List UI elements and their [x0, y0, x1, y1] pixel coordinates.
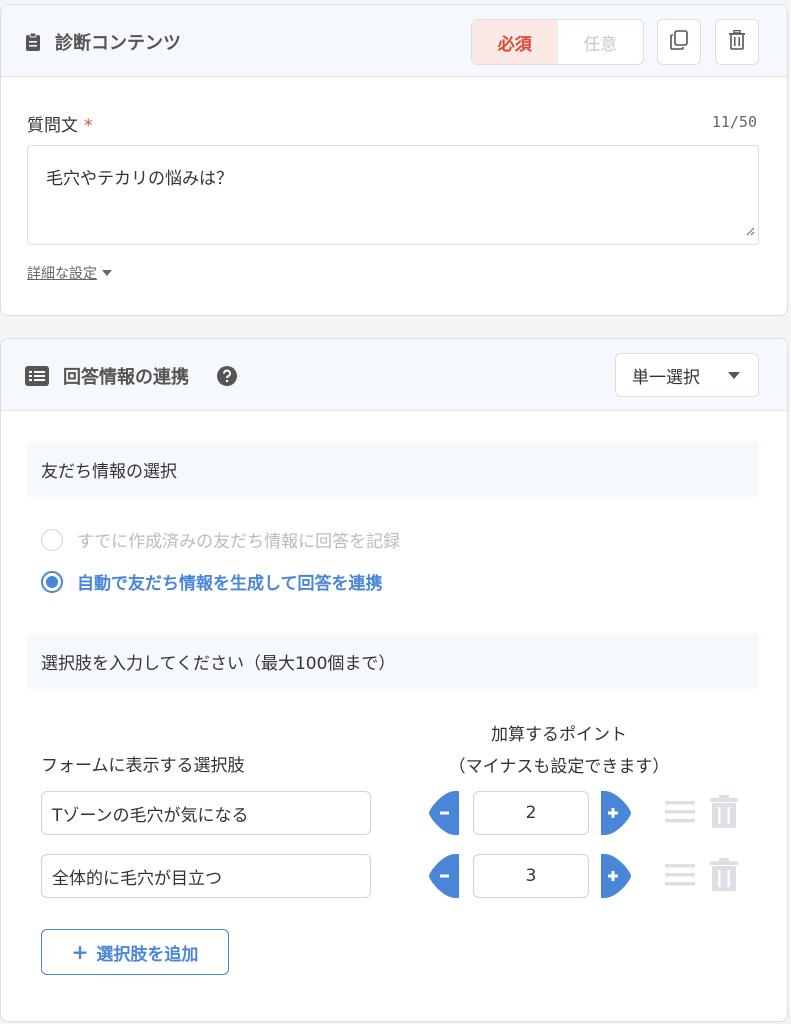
points-input[interactable]: 2 — [473, 791, 589, 835]
copy-icon — [670, 29, 688, 55]
add-choice-button[interactable]: + 選択肢を追加 — [41, 929, 229, 975]
choice-row: Tゾーンの毛穴が気になる 2 — [41, 791, 761, 835]
radio-auto-generate-friend-info[interactable]: 自動で友だち情報を生成して回答を連携 — [41, 569, 383, 594]
points-column-header: 加算するポイント （マイナスも設定できます） — [409, 719, 709, 783]
trash-icon — [728, 29, 746, 55]
required-toggle[interactable]: 必須 任意 — [471, 19, 644, 65]
answer-card-header: 回答情報の連携 単一選択 — [1, 339, 787, 411]
radio-existing-friend-info[interactable]: すでに作成済みの友だち情報に回答を記録 — [41, 527, 400, 552]
decrement-button[interactable] — [429, 854, 459, 898]
choice-row: 全体的に毛穴が目立つ 3 — [41, 854, 761, 898]
answer-card-title: 回答情報の連携 — [25, 363, 237, 389]
plus-icon — [601, 791, 631, 835]
increment-button[interactable] — [601, 854, 631, 898]
content-card-title: 診断コンテンツ — [25, 29, 181, 55]
decrement-button[interactable] — [429, 791, 459, 835]
increment-button[interactable] — [601, 791, 631, 835]
clipboard-icon — [25, 32, 41, 52]
drag-handle-icon[interactable] — [665, 862, 695, 893]
trash-icon[interactable] — [710, 795, 738, 834]
answer-type-value: 単一選択 — [632, 367, 700, 388]
content-card-header: 診断コンテンツ 必須 任意 — [1, 5, 787, 77]
choice-text-input[interactable]: Tゾーンの毛穴が気になる — [41, 791, 371, 835]
points-column-line1: 加算するポイント — [491, 725, 627, 745]
minus-icon — [429, 854, 459, 898]
question-label: 質問文 * — [27, 111, 93, 136]
content-card: 診断コンテンツ 必須 任意 質問文 * 11/50 毛穴やテカリの悩みは？ 詳細な… — [0, 4, 788, 316]
points-input[interactable]: 3 — [473, 854, 589, 898]
minus-icon — [429, 791, 459, 835]
resize-grip-icon[interactable] — [745, 221, 755, 241]
help-icon[interactable] — [217, 366, 237, 386]
choice-column-header: フォームに表示する選択肢 — [41, 756, 245, 776]
answer-card: 回答情報の連携 単一選択 友だち情報の選択 すでに作成済みの友だち情報に回答を記… — [0, 338, 788, 1022]
caret-down-icon — [102, 270, 112, 276]
question-textarea[interactable]: 毛穴やテカリの悩みは？ — [27, 145, 759, 245]
choice-text-input[interactable]: 全体的に毛穴が目立つ — [41, 854, 371, 898]
detail-settings-text: 詳細な設定 — [27, 266, 97, 282]
list-icon — [25, 366, 49, 386]
points-column-line2: （マイナスも設定できます） — [448, 757, 670, 777]
optional-option[interactable]: 任意 — [558, 20, 644, 64]
add-choice-label: 選択肢を追加 — [96, 944, 199, 965]
copy-button[interactable] — [657, 19, 701, 65]
radio-label: すでに作成済みの友だち情報に回答を記録 — [77, 532, 401, 552]
drag-handle-icon[interactable] — [665, 799, 695, 830]
answer-type-select[interactable]: 単一選択 — [615, 353, 759, 397]
choices-section-header: 選択肢を入力してください（最大100個まで） — [27, 633, 759, 689]
radio-button[interactable] — [41, 528, 63, 551]
char-counter: 11/50 — [711, 113, 757, 131]
detail-settings-link[interactable]: 詳細な設定 — [27, 263, 112, 283]
trash-icon[interactable] — [710, 858, 738, 897]
answer-card-title-text: 回答情報の連携 — [63, 367, 189, 388]
dropdown-arrow-icon — [728, 372, 740, 379]
question-label-text: 質問文 — [27, 116, 78, 136]
question-value: 毛穴やテカリの悩みは？ — [46, 169, 233, 189]
friend-info-section-header: 友だち情報の選択 — [27, 441, 759, 497]
radio-button-checked[interactable] — [41, 570, 63, 593]
plus-icon: + — [71, 940, 89, 964]
delete-button[interactable] — [715, 19, 759, 65]
plus-icon — [601, 854, 631, 898]
required-mark: * — [84, 116, 93, 136]
content-card-title-text: 診断コンテンツ — [55, 33, 181, 54]
required-option[interactable]: 必須 — [472, 20, 558, 64]
radio-label: 自動で友だち情報を生成して回答を連携 — [77, 574, 383, 594]
